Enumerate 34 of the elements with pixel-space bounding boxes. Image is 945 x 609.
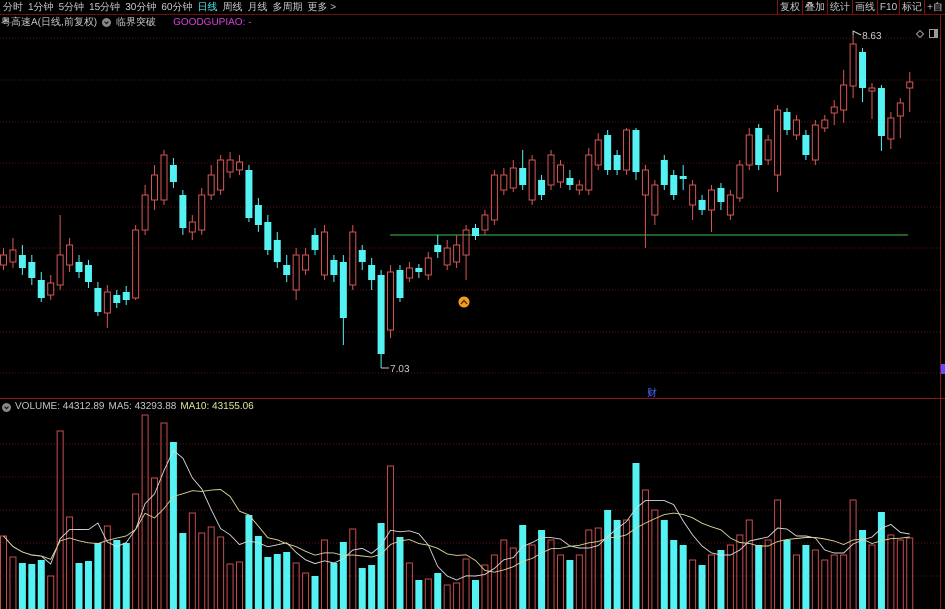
- edge-marker-icon: [941, 364, 945, 374]
- toolbar-button[interactable]: 统计: [826, 0, 852, 14]
- timeframe-tab[interactable]: 5分钟: [58, 0, 86, 14]
- indicator-value: GOODGUPIAO: -: [173, 16, 252, 28]
- timeframe-tab[interactable]: 周线: [222, 0, 244, 14]
- timeframe-tab[interactable]: 60分钟: [160, 0, 194, 14]
- chevron-circle-icon[interactable]: [102, 18, 112, 27]
- toolbar-button[interactable]: 复权: [776, 0, 802, 14]
- timeframe-tab[interactable]: 30分钟: [124, 0, 158, 14]
- event-marker: 财: [647, 388, 657, 398]
- leader-line: [852, 30, 862, 36]
- stock-title: 粤高速A(日线,前复权): [1, 16, 98, 28]
- indicator-name: 临界突破: [116, 16, 156, 28]
- chevron-circle-icon[interactable]: [2, 402, 11, 412]
- toolbar-button[interactable]: +自: [924, 0, 945, 14]
- high-price-label: 8.63: [862, 31, 882, 42]
- toolbar-button[interactable]: 画线: [852, 0, 877, 14]
- diamond-icon[interactable]: [916, 30, 924, 38]
- timeframe-tab[interactable]: 日线: [196, 0, 218, 14]
- chevron-badge-icon[interactable]: [458, 296, 470, 308]
- timeframe-tab[interactable]: 多周期: [272, 0, 304, 14]
- toolbar-button[interactable]: F10: [876, 0, 900, 14]
- ma5-reading: MA5: 43293.88: [108, 401, 176, 413]
- toolbar-button[interactable]: 叠加: [802, 0, 827, 14]
- toolbar-button[interactable]: 标记: [899, 0, 924, 14]
- low-price-label: 7.03: [390, 364, 410, 375]
- timeframe-tab[interactable]: 更多 >: [306, 0, 338, 14]
- split-square-icon[interactable]: [929, 29, 938, 38]
- volume-reading: VOLUME: 44312.89: [15, 401, 104, 413]
- timeframe-tab[interactable]: 月线: [246, 0, 268, 14]
- timeframe-tab[interactable]: 1分钟: [27, 0, 55, 14]
- timeframe-tab[interactable]: 15分钟: [88, 0, 122, 14]
- ma10-reading: MA10: 43155.06: [180, 401, 254, 413]
- timeframe-tab[interactable]: 分时: [2, 0, 24, 14]
